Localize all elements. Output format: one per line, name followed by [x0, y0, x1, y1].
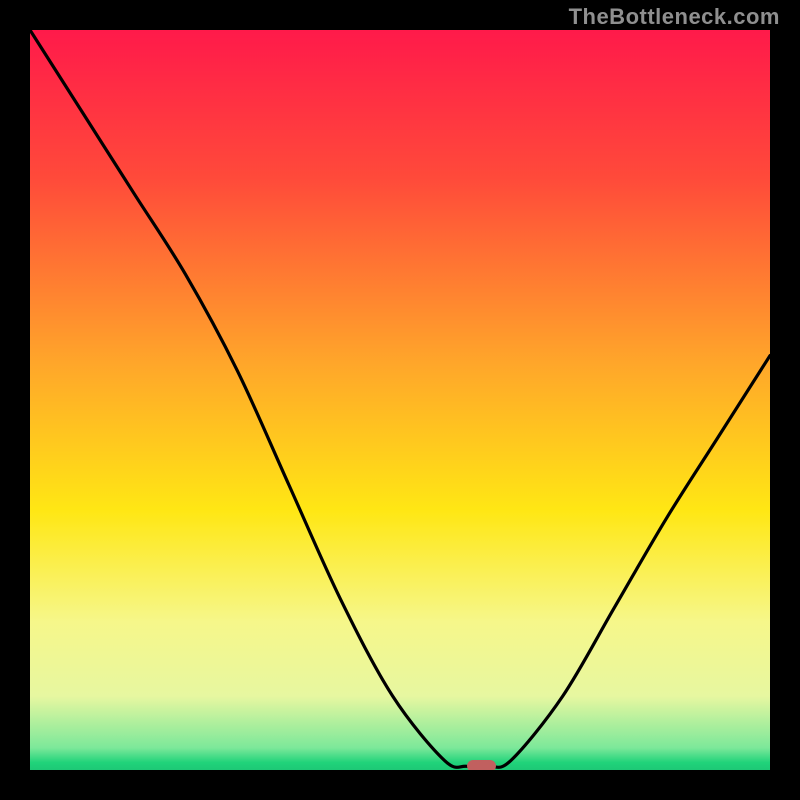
bottleneck-curve: [30, 30, 770, 770]
chart-frame: TheBottleneck.com: [0, 0, 800, 800]
optimal-marker: [467, 760, 497, 770]
watermark-text: TheBottleneck.com: [569, 4, 780, 30]
plot-area: [30, 30, 770, 770]
